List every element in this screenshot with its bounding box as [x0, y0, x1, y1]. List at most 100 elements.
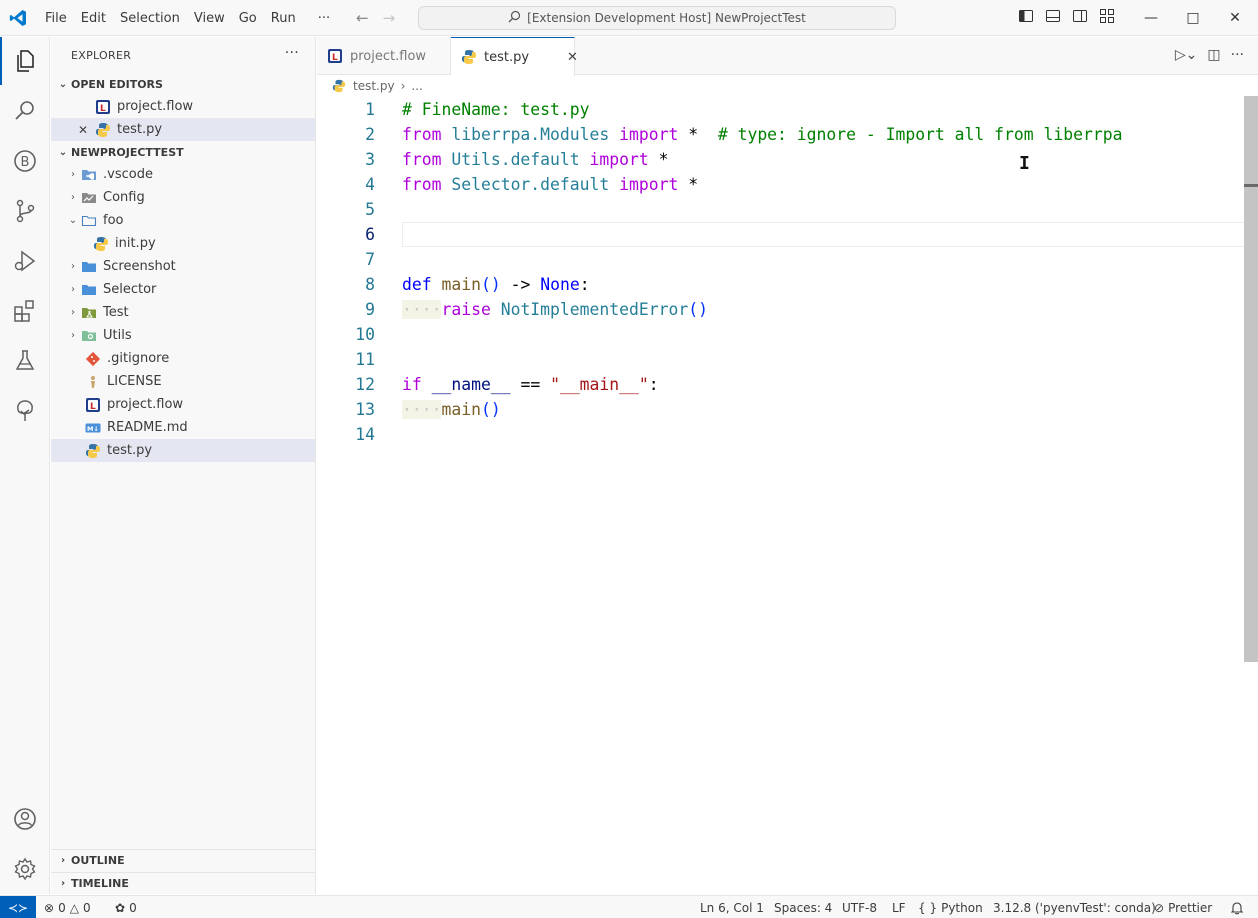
indentation[interactable]: Spaces: 4: [774, 896, 832, 918]
radio-tower-icon: ✿: [115, 900, 126, 915]
maximize-icon[interactable]: □: [1172, 10, 1214, 26]
tree-file-project-flow[interactable]: L project.flow: [51, 393, 315, 416]
breadcrumb-symbol[interactable]: ...: [411, 79, 422, 93]
tree-label: Test: [103, 305, 129, 320]
markdown-file-icon: M↓: [85, 420, 101, 436]
toggle-panel-icon[interactable]: [1045, 8, 1061, 24]
ports-indicator[interactable]: ✿ 0: [115, 896, 137, 918]
python-interpreter[interactable]: 3.12.8 ('pyenvTest': conda): [993, 896, 1156, 918]
tree-folder-vscode[interactable]: › .vscode: [51, 163, 315, 186]
config-folder-icon: [81, 190, 97, 206]
menu-view[interactable]: View: [187, 11, 232, 26]
chevron-right-icon: ›: [60, 878, 66, 889]
cursor-position[interactable]: Ln 6, Col 1: [700, 896, 764, 918]
tree-file-license[interactable]: LICENSE: [51, 370, 315, 393]
menu-file[interactable]: File: [38, 11, 74, 26]
sidebar-header: EXPLORER ···: [51, 37, 315, 73]
liberrpa-extension-icon[interactable]: B: [0, 137, 50, 185]
minimize-icon[interactable]: —: [1130, 10, 1172, 26]
problems-indicator[interactable]: ⊗ 0 △ 0: [44, 896, 91, 918]
explorer-more-actions-icon[interactable]: ···: [285, 45, 299, 61]
tree-folder-selector[interactable]: › Selector: [51, 278, 315, 301]
open-editor-item[interactable]: L project.flow: [51, 95, 315, 118]
source-control-icon[interactable]: [0, 187, 50, 235]
outline-section[interactable]: › OUTLINE: [51, 849, 316, 871]
tree-file-test-py[interactable]: test.py: [51, 439, 315, 462]
manage-gear-icon[interactable]: [0, 845, 50, 893]
close-tab-icon[interactable]: ✕: [567, 50, 578, 65]
encoding[interactable]: UTF-8: [842, 896, 877, 918]
tree-label: project.flow: [107, 397, 184, 412]
toggle-primary-sidebar-icon[interactable]: [1018, 8, 1034, 24]
more-actions-icon[interactable]: ···: [1231, 47, 1244, 63]
project-section[interactable]: ⌄ NEWPROJECTTEST: [51, 141, 315, 163]
menu-more[interactable]: ···: [311, 11, 337, 26]
split-editor-icon[interactable]: ◫: [1207, 47, 1220, 63]
tree-folder-screenshot[interactable]: › Screenshot: [51, 255, 315, 278]
vscode-folder-icon: [81, 167, 97, 183]
tree-file-init-py[interactable]: init.py: [51, 232, 315, 255]
code-line: 8 def main() -> None:: [317, 272, 1245, 297]
menu-go[interactable]: Go: [232, 11, 264, 26]
menu-edit[interactable]: Edit: [74, 11, 113, 26]
test-folder-icon: [81, 305, 97, 321]
flow-file-icon: L: [95, 99, 111, 115]
timeline-title: TIMELINE: [71, 877, 129, 890]
run-debug-icon[interactable]: [0, 237, 50, 285]
remote-indicator-icon[interactable]: ≺≻: [0, 896, 36, 918]
accounts-icon[interactable]: [0, 795, 50, 843]
tree-label: Selector: [103, 282, 157, 297]
vertical-scrollbar[interactable]: [1244, 96, 1258, 662]
chevron-down-icon: ⌄: [58, 146, 68, 158]
go-back-icon[interactable]: ←: [356, 9, 369, 27]
tab-project-flow[interactable]: L project.flow: [317, 37, 451, 75]
python-file-icon: [95, 122, 111, 138]
error-count: 0: [58, 900, 66, 915]
close-window-icon[interactable]: ✕: [1214, 10, 1256, 26]
open-editor-label: project.flow: [117, 99, 194, 114]
search-view-icon[interactable]: [0, 87, 50, 135]
sidebar-title: EXPLORER: [71, 48, 132, 62]
toggle-secondary-sidebar-icon[interactable]: [1072, 8, 1088, 24]
explorer-icon[interactable]: [0, 37, 50, 85]
go-forward-icon[interactable]: →: [383, 9, 396, 27]
tree-file-gitignore[interactable]: .gitignore: [51, 347, 315, 370]
code-editor[interactable]: 1 # FineName: test.py 2 from liberrpa.Mo…: [317, 96, 1258, 894]
tree-folder-config[interactable]: › Config: [51, 186, 315, 209]
close-editor-icon[interactable]: ✕: [78, 123, 88, 137]
extensions-icon[interactable]: [0, 287, 50, 335]
svg-text:B: B: [21, 155, 30, 170]
eol-label: LF: [892, 900, 906, 915]
ports-count: 0: [129, 900, 137, 915]
git-file-icon: [85, 351, 101, 367]
tree-file-readme[interactable]: M↓ README.md: [51, 416, 315, 439]
tab-test-py[interactable]: test.py ✕: [451, 37, 578, 76]
testing-icon[interactable]: [0, 337, 50, 385]
open-editors-section[interactable]: ⌄ OPEN EDITORS: [51, 73, 315, 95]
license-file-icon: [85, 374, 101, 390]
svg-text:L: L: [100, 104, 106, 114]
prettier-status[interactable]: ⊘ Prettier: [1154, 896, 1212, 918]
scrollbar-cursor-marker: [1244, 184, 1258, 187]
tree-label: LICENSE: [107, 374, 162, 389]
tree-view-icon[interactable]: [0, 387, 50, 435]
open-editor-item[interactable]: ✕ test.py: [51, 118, 315, 141]
breadcrumb: test.py › ...: [331, 76, 423, 96]
breadcrumb-file[interactable]: test.py: [353, 79, 395, 93]
notifications-bell-icon[interactable]: [1230, 896, 1244, 918]
customize-layout-icon[interactable]: [1099, 8, 1115, 24]
end-of-line[interactable]: LF: [892, 896, 906, 918]
tree-folder-test[interactable]: › Test: [51, 301, 315, 324]
tree-folder-utils[interactable]: › Utils: [51, 324, 315, 347]
menu-selection[interactable]: Selection: [113, 11, 187, 26]
utils-folder-icon: [81, 328, 97, 344]
tree-folder-foo[interactable]: ⌄ foo: [51, 209, 315, 232]
code-line: 5: [317, 197, 1245, 222]
command-center[interactable]: [Extension Development Host] NewProjectT…: [418, 6, 896, 30]
language-mode[interactable]: { } Python: [918, 896, 983, 918]
line-number: 2: [365, 125, 375, 144]
run-python-file-icon[interactable]: ▷⌄: [1175, 47, 1198, 63]
line-number: 9: [365, 300, 375, 319]
menu-run[interactable]: Run: [264, 11, 303, 26]
timeline-section[interactable]: › TIMELINE: [51, 872, 316, 894]
